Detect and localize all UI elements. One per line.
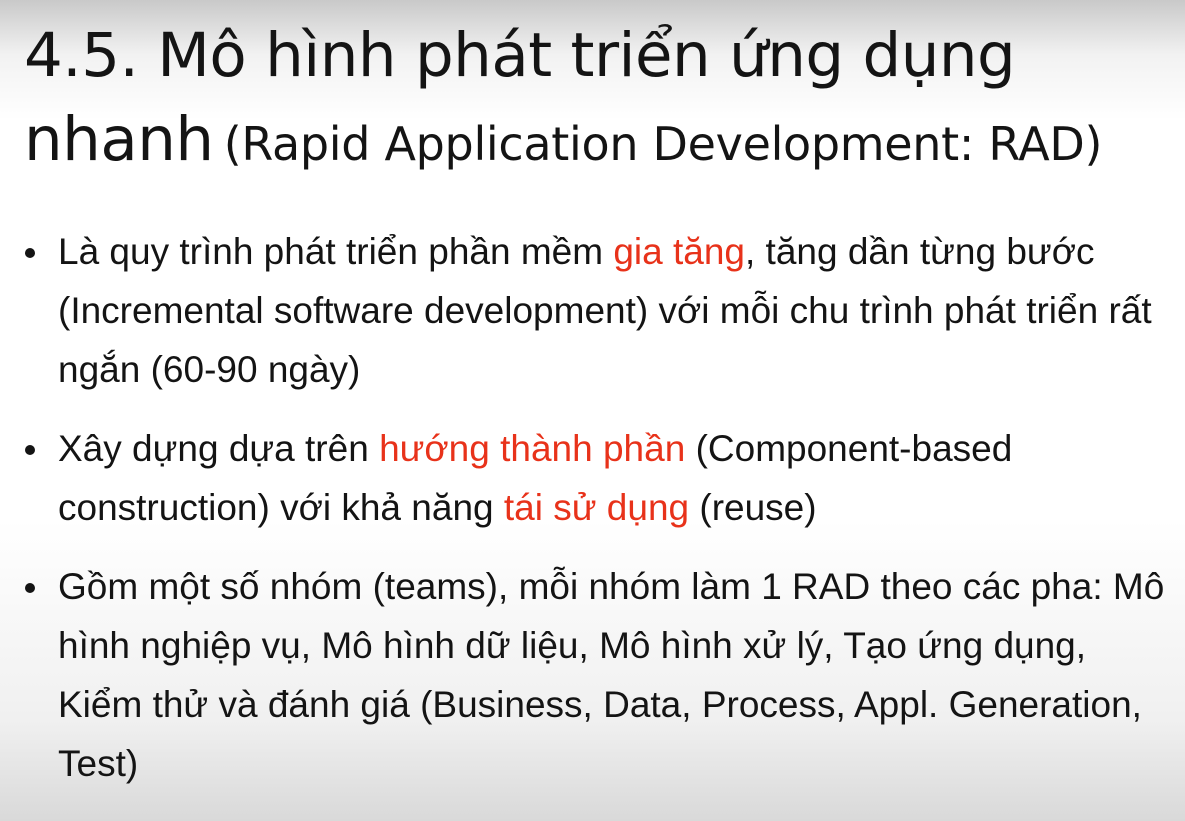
title-line-2-subtitle: (Rapid Application Development: RAD) [223, 117, 1103, 171]
bullet-dot-icon [25, 445, 35, 455]
bullet-item-3: Gồm một số nhóm (teams), mỗi nhóm làm 1 … [0, 557, 1185, 793]
bullet-1-highlight-gia-tang: gia tăng [613, 231, 745, 272]
bullet-list: Là quy trình phát triển phần mềm gia tăn… [0, 222, 1185, 813]
bullet-dot-icon [25, 583, 35, 593]
title-line-1: 4.5. Mô hình phát triển ứng dụng [24, 20, 1016, 91]
bullet-dot-icon [25, 248, 35, 258]
bullet-2-text-c: (reuse) [689, 487, 817, 528]
slide: 4.5. Mô hình phát triển ứng dụng nhanh (… [0, 0, 1185, 821]
bullet-1-text-a: Là quy trình phát triển phần mềm [58, 231, 614, 272]
slide-title: 4.5. Mô hình phát triển ứng dụng nhanh (… [24, 14, 1174, 191]
bullet-item-2: Xây dựng dựa trên hướng thành phần (Comp… [0, 419, 1185, 537]
title-line-2: nhanh (Rapid Application Development: RA… [24, 98, 1174, 191]
bullet-3-text: Gồm một số nhóm (teams), mỗi nhóm làm 1 … [58, 566, 1165, 784]
bullet-item-1: Là quy trình phát triển phần mềm gia tăn… [0, 222, 1185, 399]
bullet-2-highlight-tai-su-dung: tái sử dụng [503, 487, 690, 528]
title-line-2-main: nhanh [24, 104, 214, 175]
bullet-2-highlight-huong-thanh-phan: hướng thành phần [379, 428, 686, 469]
bullet-2-text-a: Xây dựng dựa trên [58, 428, 380, 469]
